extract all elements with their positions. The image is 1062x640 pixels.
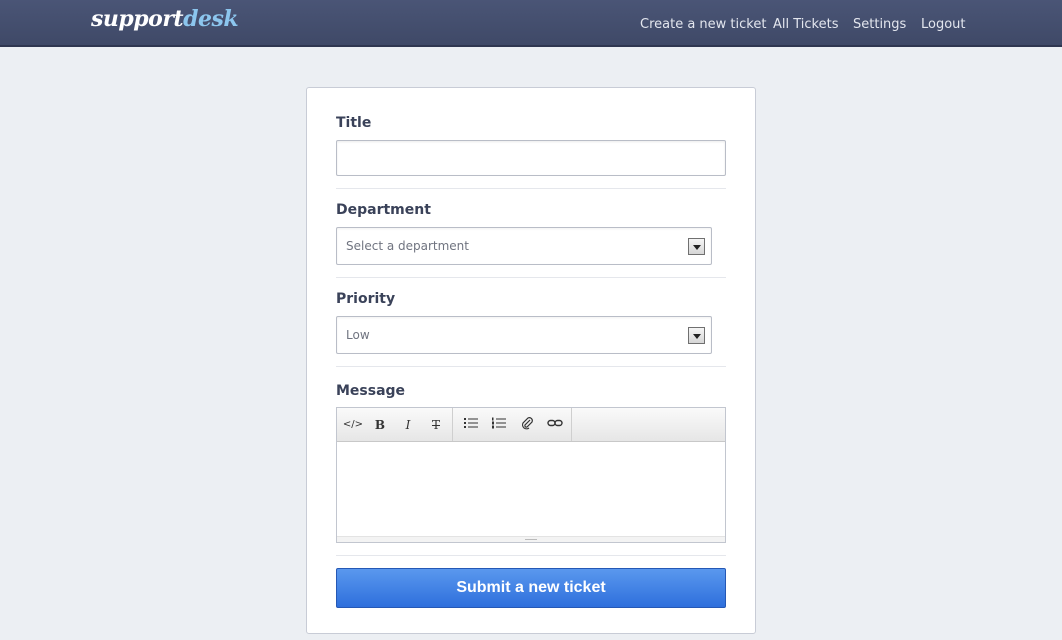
chevron-down-icon[interactable] (688, 238, 705, 255)
divider (336, 188, 726, 189)
strikethrough-icon[interactable]: T (426, 416, 446, 434)
department-selected-value: Select a department (346, 239, 469, 253)
title-input[interactable] (336, 140, 726, 176)
submit-ticket-button[interactable]: Submit a new ticket (336, 568, 726, 608)
department-label: Department (336, 202, 431, 218)
top-navigation-bar: supportdesk Create a new ticket All Tick… (0, 0, 1062, 47)
resize-handle[interactable] (337, 536, 725, 542)
nav-settings[interactable]: Settings (853, 17, 906, 32)
message-textarea[interactable] (337, 442, 725, 536)
bold-icon[interactable]: B (370, 416, 390, 434)
main-nav: Create a new ticket All Tickets Settings… (0, 17, 1062, 33)
divider (336, 277, 726, 278)
title-label: Title (336, 115, 372, 131)
new-ticket-form: Title Department Select a department Pri… (306, 87, 756, 634)
priority-selected-value: Low (346, 328, 370, 342)
editor-toolbar: </> B I T (337, 408, 725, 442)
message-label: Message (336, 383, 406, 399)
priority-label: Priority (336, 291, 396, 307)
attachment-icon[interactable] (517, 416, 537, 434)
divider (336, 366, 726, 367)
divider (336, 555, 726, 556)
format-button-group: </> B I T (337, 408, 453, 441)
numbered-list-icon[interactable] (489, 416, 509, 434)
nav-create-ticket[interactable]: Create a new ticket (640, 17, 766, 32)
code-icon[interactable]: </> (342, 416, 364, 434)
nav-logout[interactable]: Logout (921, 17, 966, 32)
nav-all-tickets[interactable]: All Tickets (773, 17, 838, 32)
insert-button-group (453, 408, 572, 441)
department-select[interactable]: Select a department (336, 227, 712, 265)
bullet-list-icon[interactable] (461, 416, 481, 434)
priority-select[interactable]: Low (336, 316, 712, 354)
link-icon[interactable] (545, 416, 565, 434)
message-editor: </> B I T (336, 407, 726, 543)
italic-icon[interactable]: I (398, 416, 418, 434)
chevron-down-icon[interactable] (688, 327, 705, 344)
